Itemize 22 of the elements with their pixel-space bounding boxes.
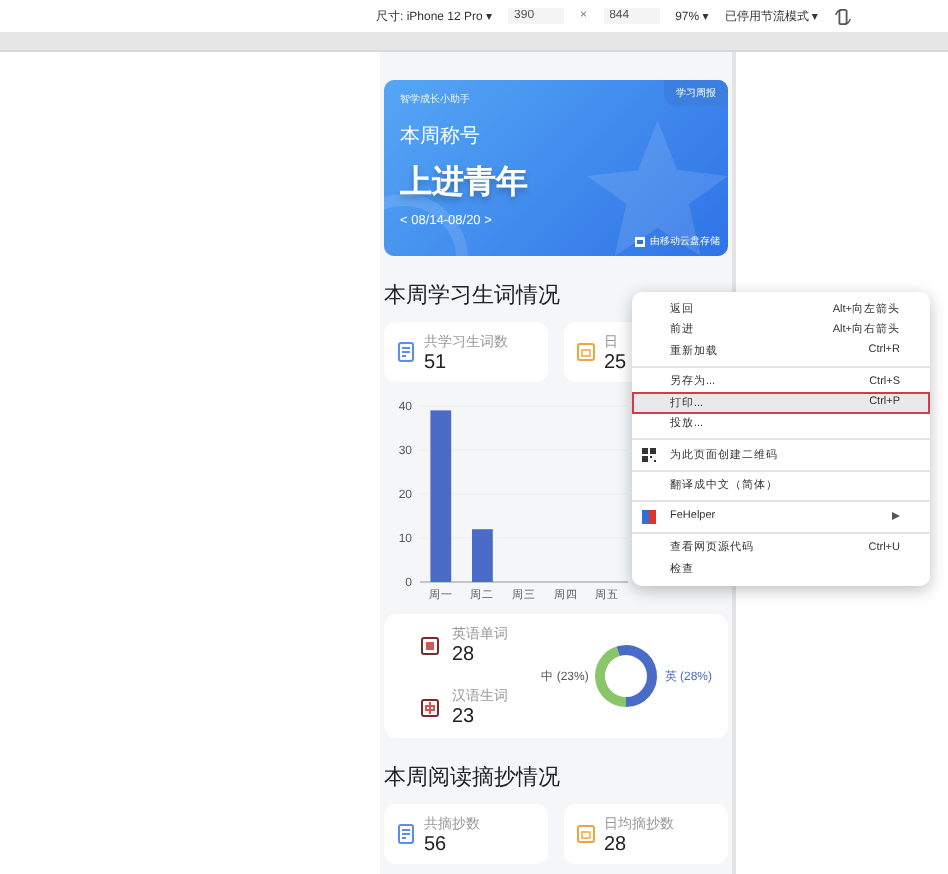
stat-value: 28 (452, 644, 477, 666)
extension-icon (642, 509, 656, 524)
stat-value: 28 (604, 833, 629, 855)
section-title: 本周阅读摘抄情况 (384, 763, 560, 792)
qr-code-icon (642, 447, 656, 462)
calendar-icon (576, 824, 596, 844)
document-icon (396, 824, 416, 844)
section-title: 本周学习生词情况 (384, 282, 560, 310)
stat-value: 23 (452, 706, 477, 728)
stat-value: 25 (604, 351, 627, 373)
stat-value: 51 (424, 351, 449, 373)
calendar-icon (576, 342, 596, 362)
book-icon (420, 697, 440, 717)
rotate-icon[interactable] (833, 7, 852, 25)
stat-value: 56 (424, 833, 449, 855)
document-icon (396, 342, 416, 362)
cloud-storage-icon (634, 235, 646, 247)
bar (472, 529, 493, 582)
star-drawing (587, 120, 728, 256)
title-label: 本周称号 (400, 123, 482, 150)
book-icon (420, 635, 440, 655)
weekly-title: 上进青年 (400, 163, 530, 204)
